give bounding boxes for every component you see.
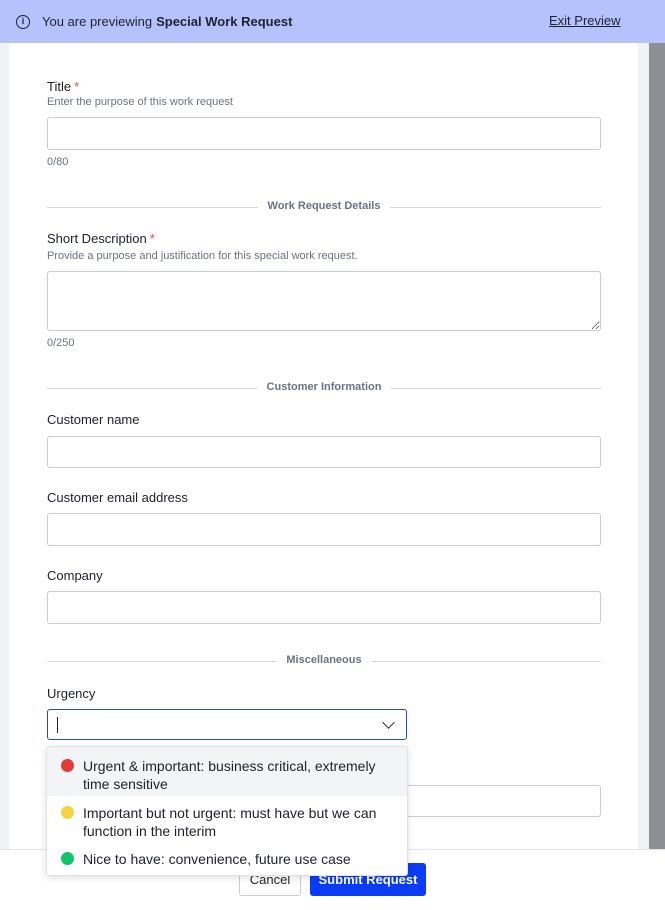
title-input[interactable] [47,117,601,150]
urgency-option-urgent[interactable]: Urgent & important: business critical, e… [47,747,407,796]
customer-name-input[interactable] [47,436,601,468]
short-description-textarea[interactable] [47,271,601,331]
urgency-option-label: Urgent & important: business critical, e… [83,758,376,792]
preview-banner: i You are previewing Special Work Reques… [0,0,665,43]
company-label: Company [47,568,103,583]
preview-form-name: Special Work Request [156,14,293,29]
urgency-select[interactable] [47,709,407,740]
green-dot-icon [61,852,74,865]
urgency-label: Urgency [47,686,96,701]
section-divider-customer: Customer Information [47,381,601,395]
title-label-text: Title [47,79,72,94]
urgency-option-label: Important but not urgent: must have but … [83,805,377,839]
red-dot-icon [61,759,74,772]
yellow-dot-icon [61,806,74,819]
required-mark: * [149,231,155,246]
info-icon: i [16,14,30,29]
customer-name-label: Customer name [47,412,140,427]
chevron-down-icon[interactable] [382,716,395,729]
section-title-customer: Customer Information [256,381,392,393]
section-title-misc: Miscellaneous [276,654,372,666]
preview-banner-text: You are previewing [42,14,153,29]
company-input[interactable] [47,591,601,624]
title-label: Title * [47,79,79,94]
exit-preview-link[interactable]: Exit Preview [549,13,621,28]
short-description-hint: Provide a purpose and justification for … [47,250,358,262]
customer-email-label: Customer email address [47,490,188,505]
text-cursor [57,717,58,733]
urgency-option-label: Nice to have: convenience, future use ca… [83,851,351,867]
urgency-option-nice-to-have[interactable]: Nice to have: convenience, future use ca… [47,844,407,876]
short-description-label-text: Short Description [47,231,147,246]
short-description-label: Short Description * [47,231,155,246]
urgency-option-important[interactable]: Important but not urgent: must have but … [47,796,407,844]
page-scrollbar[interactable] [649,43,665,849]
urgency-options-list: Urgent & important: business critical, e… [46,746,408,876]
section-divider-misc: Miscellaneous [47,654,601,668]
short-description-char-counter: 0/250 [47,337,75,349]
title-hint: Enter the purpose of this work request [47,96,233,108]
title-char-counter: 0/80 [47,156,69,168]
required-mark: * [74,79,80,94]
customer-email-input[interactable] [47,513,601,546]
section-title-details: Work Request Details [257,200,391,212]
section-divider-details: Work Request Details [47,200,601,214]
